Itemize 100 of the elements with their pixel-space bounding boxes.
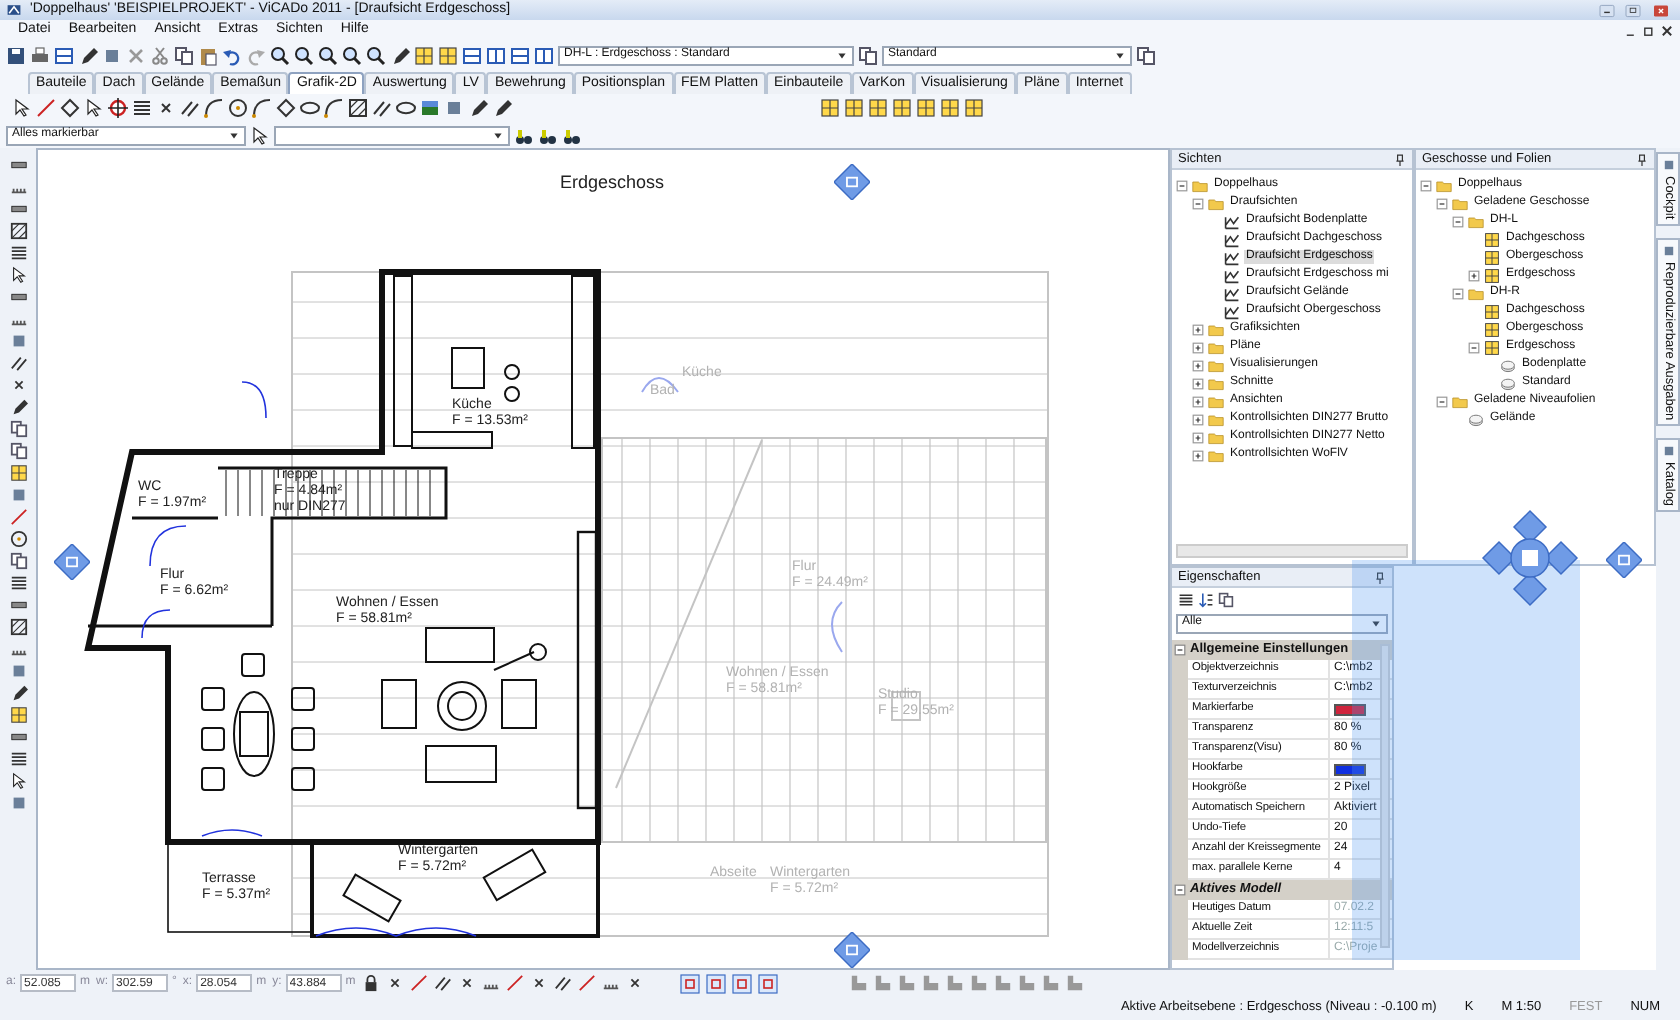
window-split-icon[interactable] — [462, 46, 482, 66]
wall-icon[interactable] — [9, 200, 27, 218]
snap-icon[interactable] — [385, 974, 404, 992]
restore-icon[interactable] — [1642, 24, 1656, 38]
snap-icon[interactable] — [625, 974, 644, 992]
undo-icon[interactable] — [222, 46, 242, 66]
grid-icon[interactable] — [438, 46, 458, 66]
line-icon[interactable] — [9, 508, 27, 526]
lock-icon[interactable] — [361, 974, 380, 992]
window-split-icon[interactable] — [486, 46, 506, 66]
parallel-lines-icon[interactable] — [372, 98, 392, 118]
pointer-icon[interactable] — [12, 98, 32, 118]
wall-icon[interactable] — [9, 288, 27, 306]
storey-icon[interactable] — [964, 98, 984, 118]
grid-icon[interactable] — [9, 464, 27, 482]
hatch-icon[interactable] — [9, 222, 27, 240]
color-swatch[interactable] — [1334, 703, 1366, 715]
zoom-icon[interactable] — [342, 46, 362, 66]
arc-icon[interactable] — [204, 98, 224, 118]
list-icon[interactable] — [132, 98, 152, 118]
snap-mode-icon[interactable] — [705, 973, 726, 993]
hatch-icon[interactable] — [9, 618, 27, 636]
horizontal-scrollbar[interactable] — [1176, 544, 1408, 558]
storey-icon[interactable] — [892, 98, 912, 118]
pointer-icon[interactable] — [9, 266, 27, 284]
pan-arrow-icon[interactable] — [834, 932, 870, 968]
expand-toggle-icon[interactable] — [1192, 413, 1204, 425]
vertical-scrollbar[interactable] — [1380, 644, 1390, 948]
dock-guide-icon[interactable] — [1480, 508, 1580, 608]
collapse-toggle-icon[interactable] — [1420, 179, 1432, 191]
expand-toggle-icon[interactable] — [1192, 323, 1204, 335]
list-icon[interactable] — [9, 574, 27, 592]
collapse-toggle-icon[interactable] — [1174, 644, 1186, 656]
print-icon[interactable] — [30, 46, 50, 66]
collapse-toggle-icon[interactable] — [1452, 287, 1464, 299]
pan-arrow-icon[interactable] — [54, 544, 90, 580]
list-icon[interactable] — [9, 750, 27, 768]
binoculars-icon[interactable] — [514, 125, 534, 145]
wall-icon[interactable] — [9, 596, 27, 614]
collapse-toggle-icon[interactable] — [1452, 215, 1464, 227]
image-icon[interactable] — [420, 98, 440, 118]
close-button[interactable] — [1648, 3, 1674, 17]
snap-icon[interactable] — [529, 974, 548, 992]
snap-icon[interactable] — [433, 974, 452, 992]
wall-icon[interactable] — [9, 156, 27, 174]
cut-icon[interactable] — [150, 46, 170, 66]
crosshair-icon[interactable] — [108, 98, 128, 118]
window-split-icon[interactable] — [534, 46, 554, 66]
properties-icon[interactable] — [1136, 46, 1156, 66]
zoom-icon[interactable] — [318, 46, 338, 66]
close-icon[interactable] — [1660, 24, 1674, 38]
collapse-toggle-icon[interactable] — [1176, 179, 1188, 191]
collapse-toggle-icon[interactable] — [1436, 197, 1448, 209]
collapse-toggle-icon[interactable] — [1468, 341, 1480, 353]
properties-icon[interactable] — [858, 46, 878, 66]
list-icon[interactable] — [9, 244, 27, 262]
circle-icon[interactable] — [9, 530, 27, 548]
collapse-toggle-icon[interactable] — [1436, 395, 1448, 407]
snap-icon[interactable] — [553, 974, 572, 992]
expand-toggle-icon[interactable] — [1192, 341, 1204, 353]
pointer-icon[interactable] — [84, 98, 104, 118]
layers-icon[interactable] — [9, 552, 27, 570]
snap-icon[interactable] — [577, 974, 596, 992]
delete-icon[interactable] — [126, 46, 146, 66]
storey-icon[interactable] — [820, 98, 840, 118]
save-icon[interactable] — [6, 46, 26, 66]
ellipse-icon[interactable] — [396, 98, 416, 118]
pan-arrow-icon[interactable] — [1606, 542, 1642, 578]
point-icon[interactable] — [9, 376, 27, 394]
hatch-icon[interactable] — [348, 98, 368, 118]
snap-mode-icon[interactable] — [731, 973, 752, 993]
filter-icon[interactable] — [250, 125, 270, 145]
paste-icon[interactable] — [198, 46, 218, 66]
window-split-icon[interactable] — [510, 46, 530, 66]
wall-icon[interactable] — [9, 728, 27, 746]
storey-icon[interactable] — [868, 98, 888, 118]
expand-toggle-icon[interactable] — [1192, 359, 1204, 371]
expand-toggle-icon[interactable] — [1192, 395, 1204, 407]
edit-icon[interactable] — [390, 46, 410, 66]
collapse-toggle-icon[interactable] — [1192, 197, 1204, 209]
pointer-icon[interactable] — [9, 772, 27, 790]
expand-toggle-icon[interactable] — [1192, 449, 1204, 461]
pin-icon[interactable] — [1374, 571, 1386, 583]
circle-icon[interactable] — [228, 98, 248, 118]
pin-icon[interactable] — [1636, 153, 1648, 165]
color-swatch[interactable] — [1334, 763, 1366, 775]
sort-icon[interactable] — [1198, 592, 1214, 608]
grid-icon[interactable] — [9, 706, 27, 724]
zoom-icon[interactable] — [270, 46, 290, 66]
expand-toggle-icon[interactable] — [1468, 269, 1480, 281]
expand-toggle-icon[interactable] — [1192, 431, 1204, 443]
zoom-icon[interactable] — [366, 46, 386, 66]
zoom-icon[interactable] — [294, 46, 314, 66]
polyline-icon[interactable] — [252, 98, 272, 118]
grid-icon[interactable] — [414, 46, 434, 66]
point-icon[interactable] — [156, 98, 176, 118]
expand-toggle-icon[interactable] — [1192, 377, 1204, 389]
pan-arrow-icon[interactable] — [834, 164, 870, 200]
snap-icon[interactable] — [505, 974, 524, 992]
storey-icon[interactable] — [844, 98, 864, 118]
